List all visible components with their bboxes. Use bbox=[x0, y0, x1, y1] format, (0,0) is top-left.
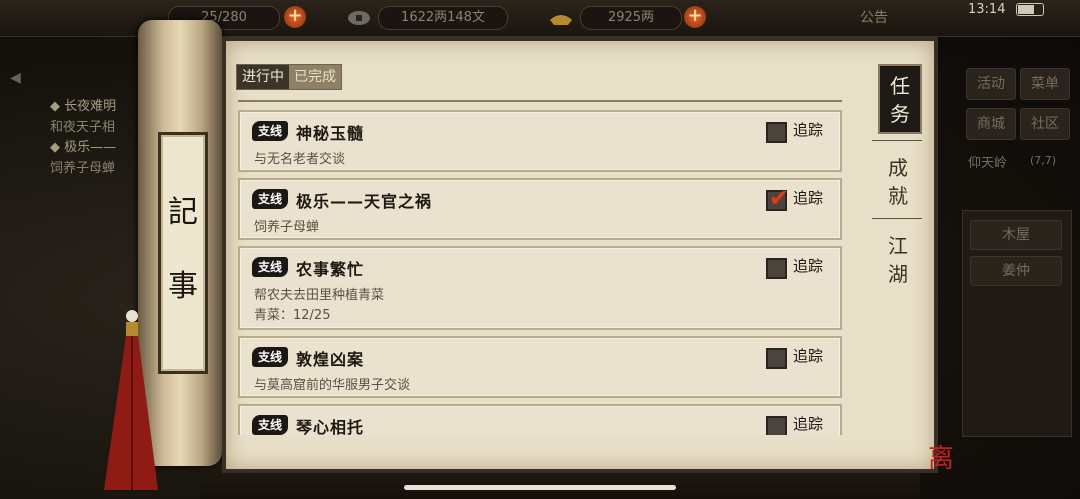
task-type-badge: 支线 bbox=[252, 257, 288, 277]
side-tab-divider bbox=[872, 140, 922, 141]
tab-in-progress[interactable]: 进行中 bbox=[237, 65, 289, 89]
journal-label-char: 事 bbox=[168, 269, 198, 304]
track-label[interactable]: 追踪 bbox=[793, 255, 823, 276]
task-type-badge: 支线 bbox=[252, 121, 288, 141]
copper-coin-icon bbox=[348, 11, 370, 25]
track-checkbox[interactable] bbox=[766, 348, 787, 369]
task-item[interactable]: 支线 琴心相托 追踪 bbox=[238, 404, 842, 435]
home-indicator[interactable] bbox=[404, 485, 676, 490]
task-item[interactable]: 支线 农事繁忙 帮农夫去田里种植青菜 青菜：12/25 追踪 bbox=[238, 246, 842, 330]
task-progress: 青菜：12/25 bbox=[254, 308, 331, 323]
task-title: 琴心相托 bbox=[296, 418, 365, 435]
side-tab-divider bbox=[872, 218, 922, 219]
track-label[interactable]: 追踪 bbox=[793, 413, 823, 434]
task-title: 敦煌凶案 bbox=[296, 350, 365, 369]
left-task-name[interactable]: ◆ 极乐—— bbox=[50, 136, 116, 155]
location-coord: (7,7) bbox=[1030, 154, 1057, 167]
status-time: 13:14 bbox=[968, 2, 1006, 17]
task-desc: 饲养子母蝉 bbox=[254, 220, 320, 235]
side-tab-tasks[interactable]: 任务 bbox=[878, 64, 922, 134]
silver-counter: 2925两 bbox=[580, 6, 682, 30]
battery-icon bbox=[1016, 3, 1044, 16]
game-logo-icon: 离 bbox=[928, 444, 955, 474]
task-type-badge: 支线 bbox=[252, 347, 288, 367]
task-title: 农事繁忙 bbox=[296, 260, 365, 279]
task-title: 神秘玉髓 bbox=[296, 124, 365, 143]
side-tab-label: 任务 bbox=[890, 74, 910, 126]
menu-button[interactable]: 菜单 bbox=[1020, 68, 1070, 100]
community-button[interactable]: 社区 bbox=[1020, 108, 1070, 140]
add-silver-button[interactable]: + bbox=[684, 6, 706, 28]
task-item[interactable]: 支线 神秘玉髓 与无名老者交谈 追踪 bbox=[238, 110, 842, 172]
copper-counter: 1622两148文 bbox=[378, 6, 508, 30]
location-name: 仰天岭 bbox=[968, 156, 1008, 171]
track-label[interactable]: 追踪 bbox=[793, 187, 823, 208]
left-task-desc: 和夜天子相 bbox=[50, 120, 116, 135]
journal-label-char: 記 bbox=[168, 195, 198, 230]
task-item[interactable]: 支线 极乐——天官之祸 饲养子母蝉 追踪 bbox=[238, 178, 842, 240]
track-checkbox-checked[interactable] bbox=[766, 184, 789, 212]
side-tab-achievements[interactable]: 成就 bbox=[878, 150, 918, 210]
left-task-name[interactable]: ◆ 长夜难明 bbox=[50, 95, 116, 114]
tab-completed[interactable]: 已完成 bbox=[289, 65, 341, 89]
task-title: 极乐——天官之祸 bbox=[296, 192, 433, 211]
task-item[interactable]: 支线 敦煌凶案 与莫高窟前的华服男子交谈 追踪 bbox=[238, 336, 842, 398]
track-label[interactable]: 追踪 bbox=[793, 119, 823, 140]
notice-button[interactable]: 公告 bbox=[860, 7, 888, 27]
task-status-tabs: 进行中 已完成 bbox=[236, 64, 342, 90]
task-type-badge: 支线 bbox=[252, 189, 288, 209]
add-stamina-button[interactable]: + bbox=[284, 6, 306, 28]
left-task-desc: 饲养子母蝉 bbox=[50, 161, 116, 176]
task-desc: 与莫高窟前的华服男子交谈 bbox=[254, 378, 411, 393]
npc-item[interactable]: 姜仲 bbox=[970, 256, 1062, 286]
activity-button[interactable]: 活动 bbox=[966, 68, 1016, 100]
task-type-badge: 支线 bbox=[252, 415, 288, 435]
npc-item[interactable]: 木屋 bbox=[970, 220, 1062, 250]
side-tab-jianghu[interactable]: 江湖 bbox=[878, 228, 918, 288]
track-checkbox[interactable] bbox=[766, 258, 787, 279]
tassel-icon bbox=[104, 310, 158, 490]
task-desc: 与无名老者交谈 bbox=[254, 152, 346, 167]
task-list[interactable]: 支线 神秘玉髓 与无名老者交谈 追踪 支线 极乐——天官之祸 饲养子母蝉 追踪 … bbox=[238, 100, 842, 435]
left-collapse-arrow-icon[interactable]: ◀ bbox=[10, 70, 30, 90]
track-label[interactable]: 追踪 bbox=[793, 345, 823, 366]
track-checkbox[interactable] bbox=[766, 122, 787, 143]
silver-ingot-icon bbox=[550, 15, 572, 25]
side-tab-label: 江湖 bbox=[888, 234, 908, 286]
track-checkbox[interactable] bbox=[766, 416, 787, 435]
shop-button[interactable]: 商城 bbox=[966, 108, 1016, 140]
task-desc: 帮农夫去田里种植青菜 bbox=[254, 288, 385, 303]
side-tab-label: 成就 bbox=[888, 156, 908, 208]
